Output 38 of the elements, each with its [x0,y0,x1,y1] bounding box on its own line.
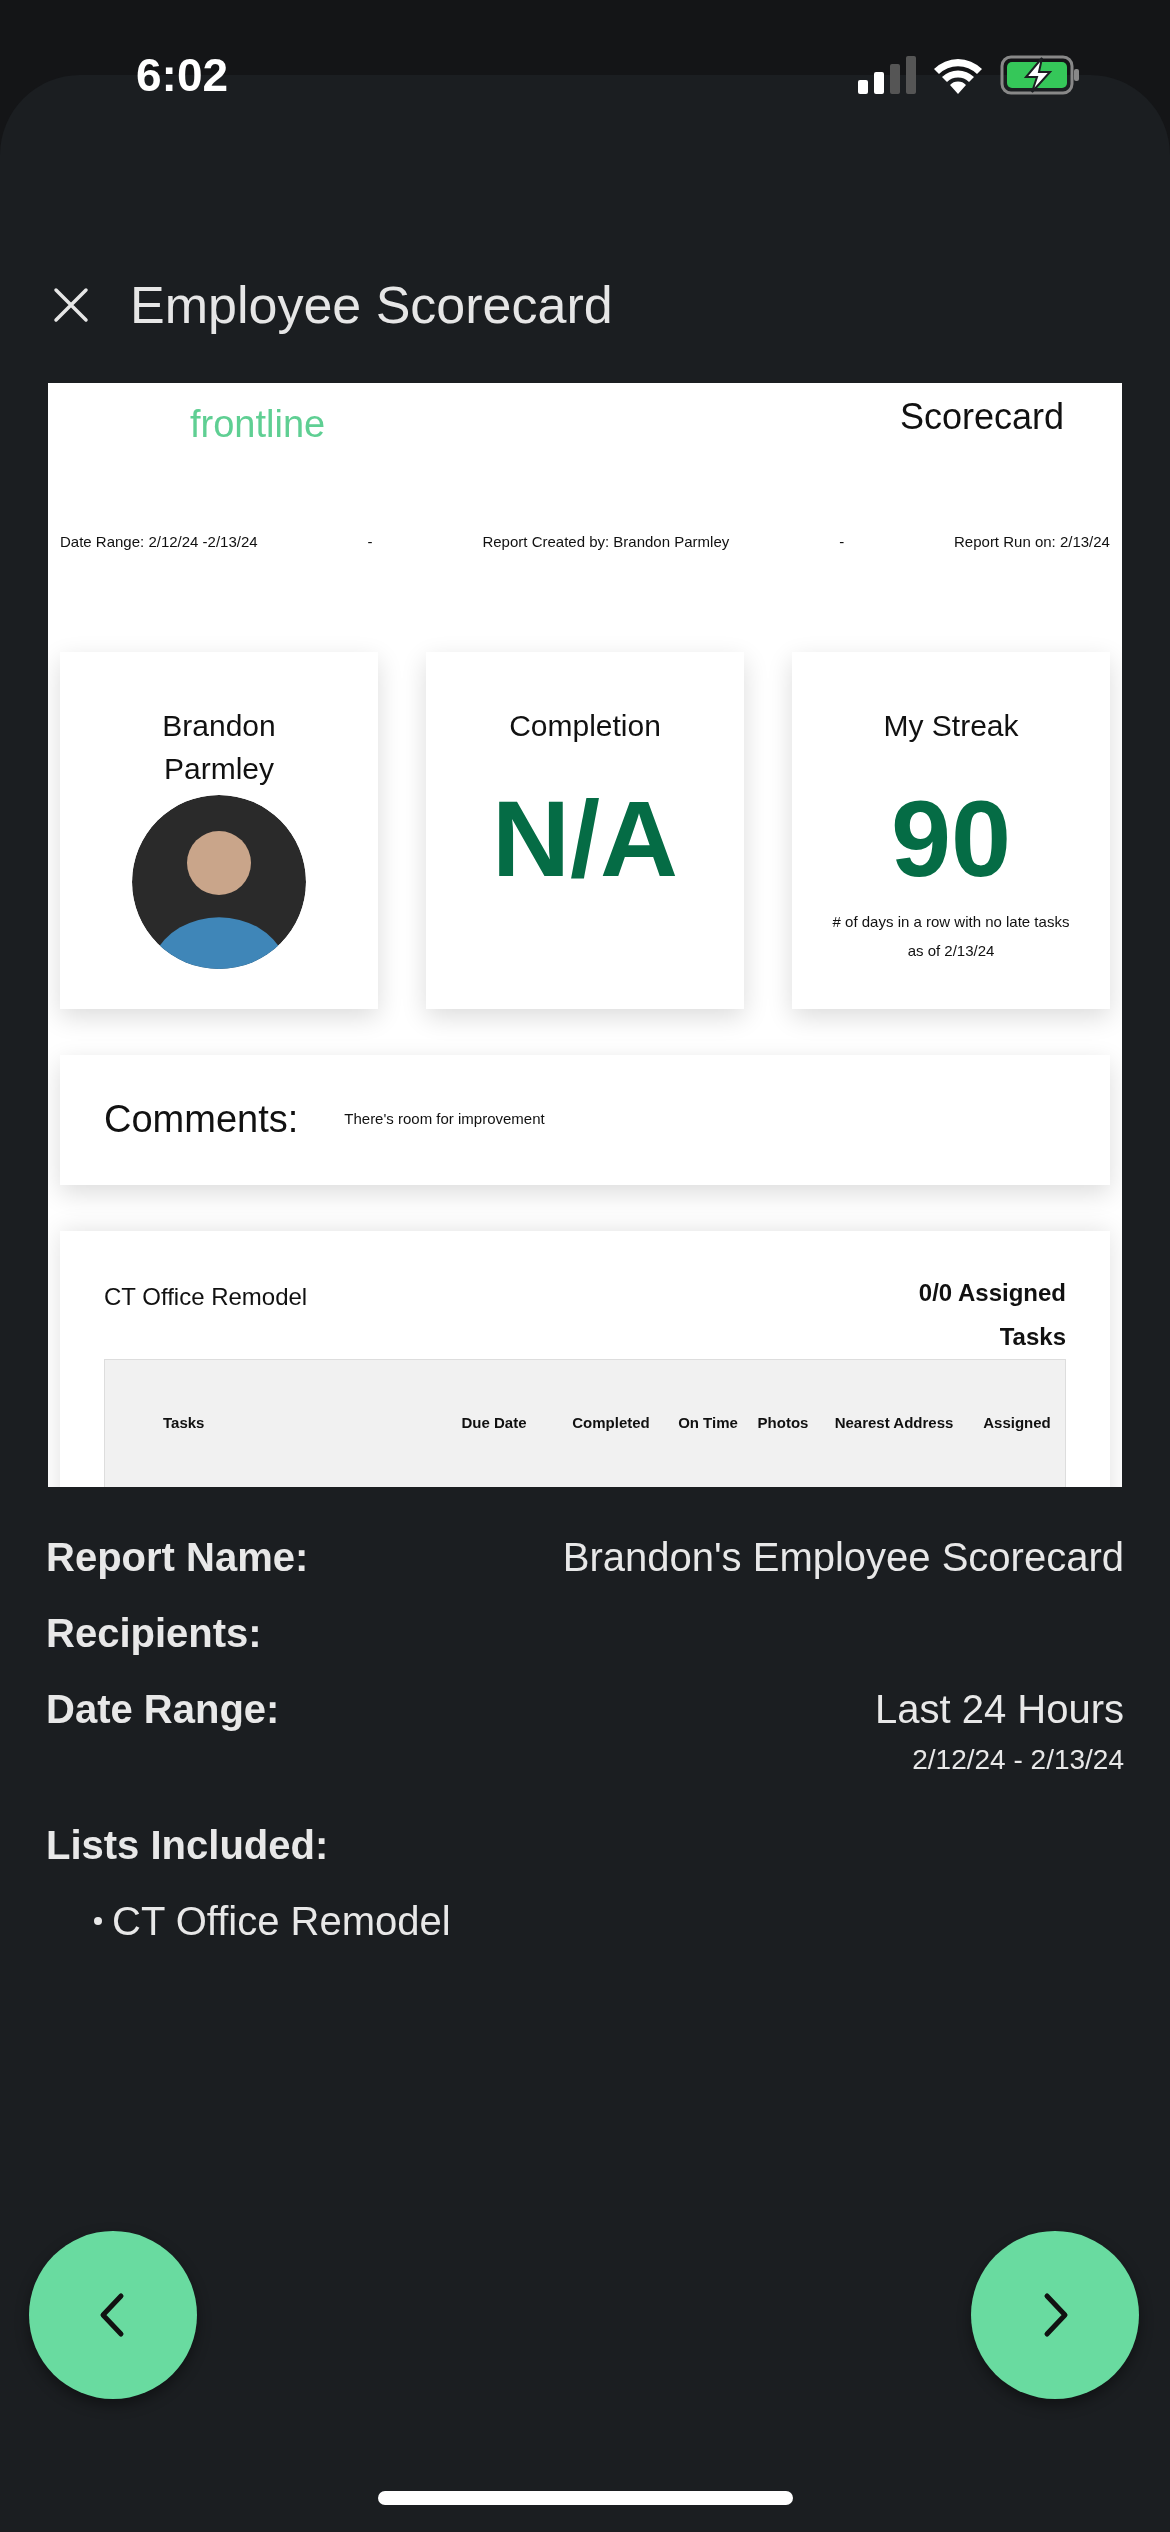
close-button[interactable] [52,286,90,324]
report-meta-text: Report Created by: Brandon Parmley [482,532,730,552]
bullet-icon [94,1917,102,1925]
comments-label: Comments: [104,1097,299,1142]
detail-label: Date Range: [46,1686,280,1733]
detail-value: Brandon's Employee Scorecard [562,1534,1124,1581]
report-heading: Scorecard [899,399,1064,435]
comment-text: There's room for improvement [344,1109,545,1130]
column-header: Completed [571,1413,651,1434]
report-meta-text: Report Run on: 2/13/24 [954,532,1110,552]
wifi-icon [932,56,984,94]
assigned-summary: 0/0 Assigned Tasks [917,1277,1066,1352]
brand-logo: frontline [190,405,326,443]
column-header: On Time [677,1413,739,1434]
detail-value: Last 24 Hours [874,1686,1124,1733]
metric-title: My Streak [882,707,1020,744]
detail-label: Report Name: [46,1534,309,1581]
report-meta-text: Date Range: 2/12/24 -2/13/24 [60,532,258,552]
metric-value: N/A [491,785,679,893]
report-meta-text: - [839,532,845,552]
status-time: 6:02 [136,47,229,103]
signal-icon [858,56,916,94]
detail-subvalue: 2/12/24 - 2/13/24 [911,1743,1124,1777]
employee-name: Brandon Parmley [161,707,277,787]
metric-caption: # of days in a row with no late tasks as of 2/13/24 [831,912,1071,961]
list-name: CT Office Remodel [104,1281,308,1312]
screen-title: Employee Scorecard [130,275,613,336]
detail-label: Lists Included: [46,1822,329,1869]
metric-value: 90 [889,785,1013,893]
column-header: Tasks [162,1413,206,1434]
column-header: Assigned [982,1413,1052,1434]
report-meta-text: - [367,532,373,552]
column-header: Due Date [460,1413,528,1434]
detail-label: Recipients: [46,1610,262,1657]
column-header: Photos [756,1413,810,1434]
list-item: CT Office Remodel [112,1898,451,1945]
column-header: Nearest Address [833,1413,955,1434]
metric-title: Completion [508,707,662,744]
